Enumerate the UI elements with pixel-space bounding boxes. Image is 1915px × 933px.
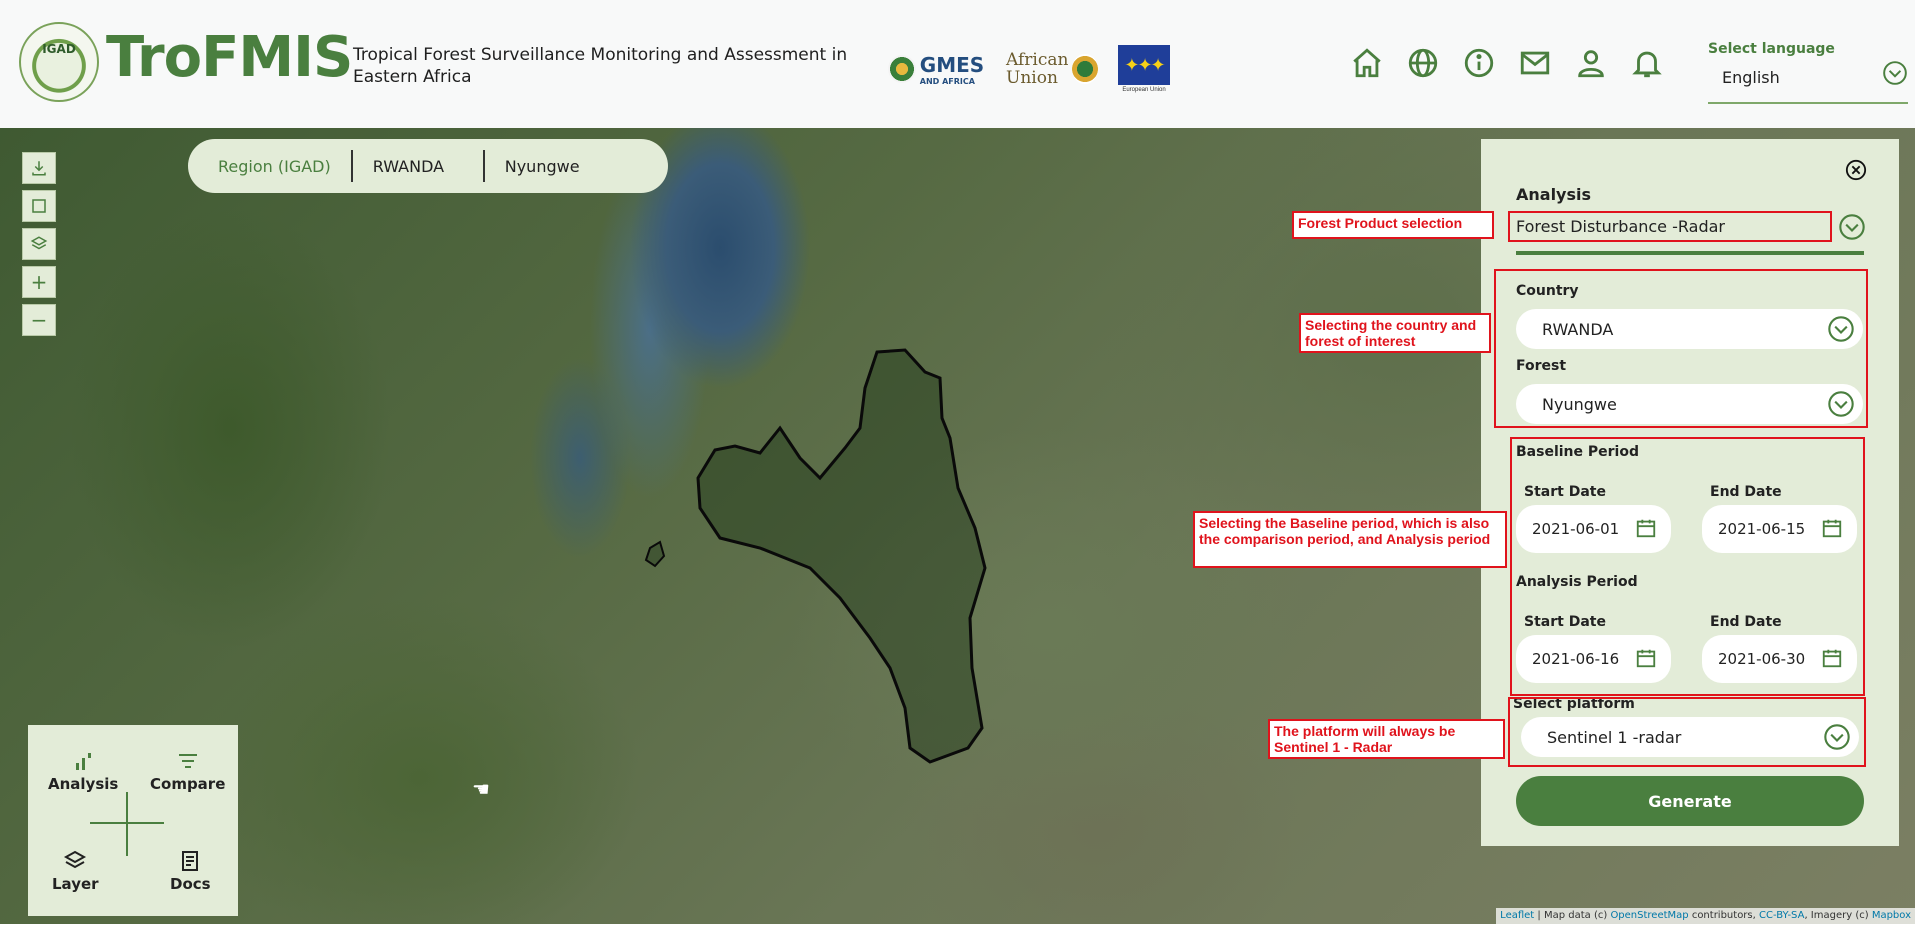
- close-icon[interactable]: [1845, 159, 1867, 181]
- eu-flag-icon: ✦✦✦: [1118, 45, 1170, 85]
- language-select[interactable]: English: [1708, 60, 1908, 104]
- document-icon: [182, 851, 199, 871]
- gmes-globe-icon: [887, 55, 916, 83]
- breadcrumb-forest[interactable]: Nyungwe: [485, 151, 600, 181]
- info-icon[interactable]: [1460, 44, 1498, 82]
- mapbox-link[interactable]: Mapbox: [1872, 910, 1911, 921]
- compare-tool-button[interactable]: Compare: [150, 749, 225, 793]
- layers-icon: [64, 850, 87, 869]
- layer-tool-label: Layer: [52, 875, 99, 893]
- zoom-in-button[interactable]: +: [22, 266, 56, 298]
- african-union-logo: African Union: [1006, 44, 1098, 94]
- license-link[interactable]: CC-BY-SA: [1759, 910, 1804, 921]
- compare-tool-label: Compare: [150, 775, 226, 793]
- chevron-down-icon: [1883, 61, 1907, 85]
- annotation-country-forest: Selecting the country and forest of inte…: [1299, 313, 1491, 353]
- user-icon[interactable]: [1572, 44, 1610, 82]
- eu-caption: European Union: [1122, 87, 1166, 93]
- au-seal-icon: [1072, 54, 1098, 84]
- brand-title: TroFMIS: [106, 25, 353, 90]
- annotation-periods: Selecting the Baseline period, which is …: [1193, 511, 1507, 568]
- annotation-box-country-forest: [1494, 269, 1868, 428]
- docs-tool-label: Docs: [170, 875, 211, 893]
- annotation-box-product: [1508, 211, 1832, 242]
- breadcrumb-region[interactable]: Region (IGAD): [188, 151, 351, 181]
- layers-button[interactable]: [22, 228, 56, 260]
- annotation-box-periods: [1510, 437, 1865, 696]
- zoom-out-button[interactable]: −: [22, 304, 56, 336]
- gmes-subtext: AND AFRICA: [919, 76, 975, 86]
- analysis-tool-button[interactable]: Analysis: [48, 749, 118, 793]
- layers-icon: [30, 236, 48, 250]
- european-union-logo: ✦✦✦ European Union: [1117, 44, 1171, 94]
- language-label: Select language: [1708, 41, 1835, 57]
- bar-chart-icon: [76, 753, 92, 770]
- gmes-logo: GMES AND AFRICA: [884, 44, 988, 94]
- chevron-down-icon: [1839, 214, 1865, 240]
- download-button[interactable]: [22, 152, 56, 184]
- docs-tool-button[interactable]: Docs: [170, 849, 211, 893]
- leaflet-link[interactable]: Leaflet: [1500, 910, 1534, 921]
- app-header: IGAD TroFMIS Tropical Forest Surveillanc…: [0, 0, 1915, 128]
- attribution-text: , Imagery (c): [1804, 910, 1872, 921]
- analysis-tool-label: Analysis: [48, 775, 119, 793]
- osm-link[interactable]: OpenStreetMap: [1610, 910, 1688, 921]
- generate-button[interactable]: Generate: [1516, 776, 1864, 826]
- panel-title: Analysis: [1516, 185, 1592, 204]
- attribution-text: contributors,: [1688, 910, 1759, 921]
- app-subtitle: Tropical Forest Surveillance Monitoring …: [353, 45, 848, 87]
- draw-rectangle-icon: [32, 199, 46, 213]
- map-controls: + −: [22, 152, 56, 342]
- au-line1: African: [1006, 50, 1069, 70]
- logo-text: IGAD: [42, 42, 76, 56]
- home-icon[interactable]: [1348, 44, 1386, 82]
- tool-divider: [126, 792, 128, 856]
- annotation-product: Forest Product selection: [1292, 211, 1494, 239]
- gmes-text: GMES: [919, 52, 985, 77]
- breadcrumb: Region (IGAD) RWANDA Nyungwe: [188, 139, 668, 193]
- map-attribution: Leaflet | Map data (c) OpenStreetMap con…: [1496, 908, 1915, 924]
- tool-panel: Analysis Compare Layer Docs: [28, 725, 238, 916]
- download-icon: [32, 161, 46, 176]
- filter-icon: [178, 754, 197, 768]
- language-value: English: [1722, 68, 1780, 87]
- annotation-box-platform: [1508, 697, 1866, 767]
- draw-rectangle-button[interactable]: [22, 190, 56, 222]
- layer-tool-button[interactable]: Layer: [52, 849, 99, 893]
- bell-icon[interactable]: [1628, 44, 1666, 82]
- globe-icon[interactable]: [1404, 44, 1442, 82]
- au-line2: Union: [1006, 68, 1058, 88]
- mail-icon[interactable]: [1516, 44, 1554, 82]
- hand-cursor-icon: ☚: [472, 779, 490, 801]
- attribution-text: | Map data (c): [1534, 910, 1611, 921]
- igad-logo[interactable]: IGAD: [19, 22, 99, 102]
- annotation-platform: The platform will always be Sentinel 1 -…: [1268, 719, 1505, 759]
- breadcrumb-country[interactable]: RWANDA: [353, 151, 483, 181]
